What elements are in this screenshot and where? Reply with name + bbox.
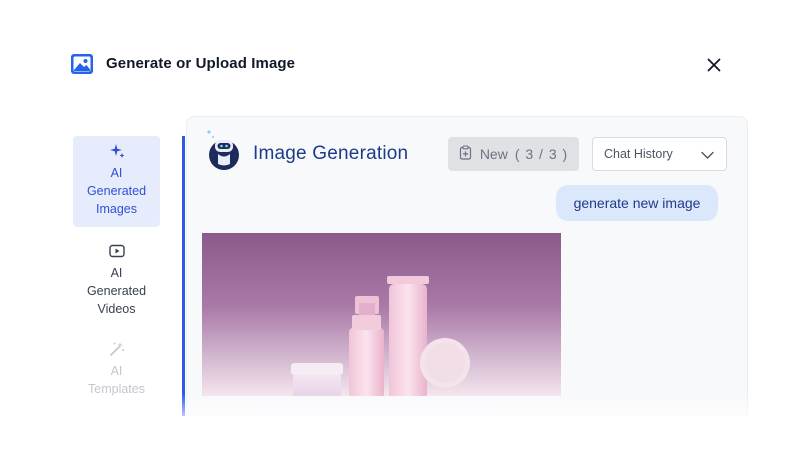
chevron-down-icon [701,149,714,159]
panel-accent-bar [182,136,185,416]
new-chat-label: New [479,146,508,162]
sidebar-item-label: AI Generated Videos [86,266,147,316]
generated-image[interactable] [202,233,561,396]
sparkles-icon [108,142,126,160]
robot-assistant-icon [204,128,244,172]
new-chat-count: ( 3 / 3 ) [514,146,569,162]
sidebar-item-ai-templates[interactable]: AI Templates [73,338,160,398]
chat-history-label: Chat History [604,147,673,161]
scroll-fade [0,394,800,450]
magic-wand-icon [108,340,126,358]
sidebar-item-label: AI Templates [88,364,145,396]
user-message-bubble: generate new image [556,185,718,221]
sidebar-item-label: AI Generated Images [86,166,147,216]
upload-image-modal: Generate or Upload Image AI Generated Im… [0,0,800,450]
sidebar-item-ai-videos[interactable]: AI Generated Videos [73,240,160,320]
new-chat-icon [459,145,473,163]
new-chat-button[interactable]: New ( 3 / 3 ) [448,137,579,171]
play-video-icon [108,242,126,260]
chat-history-dropdown[interactable]: Chat History [592,137,727,171]
close-icon[interactable] [704,55,724,75]
panel-title: Image Generation [253,143,409,164]
sidebar-item-ai-images[interactable]: AI Generated Images [73,136,160,227]
modal-title: Generate or Upload Image [106,55,296,72]
image-icon [70,53,94,75]
